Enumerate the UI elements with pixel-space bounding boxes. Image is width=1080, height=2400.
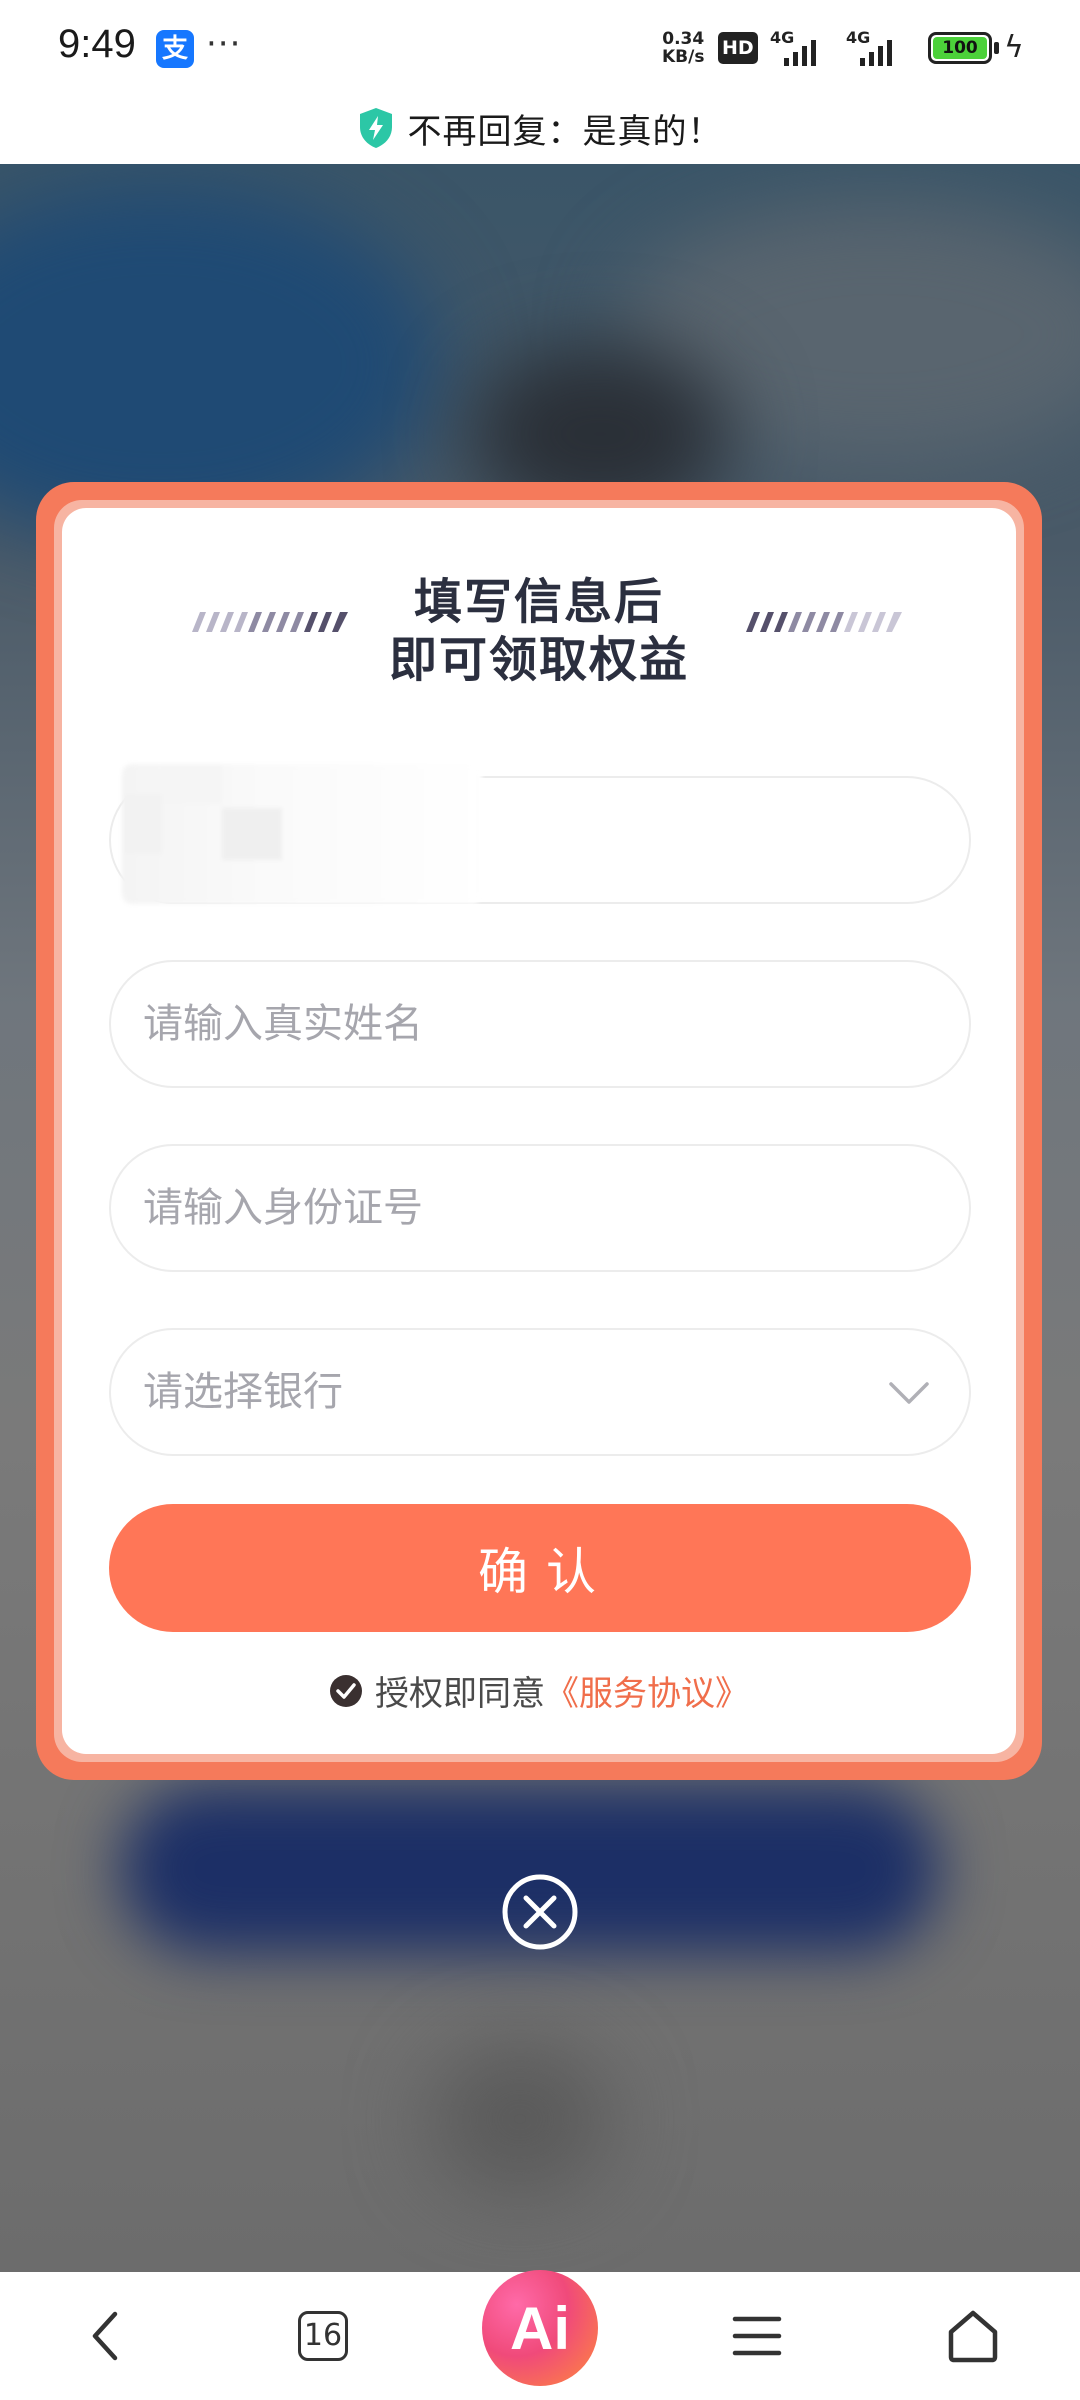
battery-tip	[994, 42, 999, 54]
menu-icon	[732, 2316, 782, 2356]
name-field[interactable]	[109, 960, 971, 1088]
home-icon	[948, 2310, 998, 2363]
bank-select-input[interactable]	[143, 1330, 903, 1454]
menu-button[interactable]	[712, 2272, 802, 2400]
signal-sim2-icon: 4G	[846, 28, 908, 68]
shield-icon	[359, 108, 392, 148]
ai-icon: Ai	[482, 2270, 598, 2386]
bank-select[interactable]	[109, 1328, 971, 1456]
dialog-title-line2: 即可领取权益	[388, 632, 689, 688]
name-input[interactable]	[143, 962, 903, 1086]
close-icon[interactable]	[500, 1872, 580, 1952]
id-number-field[interactable]	[109, 1144, 971, 1272]
secure-notice-bar: 不再回复：是真的！	[0, 92, 1080, 164]
secure-notice-text: 不再回复：是真的！	[407, 111, 723, 152]
dialog-card: 填写信息后 即可领取权益 确认 授权即同意 《服务协议	[62, 508, 1016, 1754]
network-speed-value: 0.34	[662, 29, 705, 49]
battery-icon: 100	[928, 32, 992, 64]
check-circle-icon[interactable]	[329, 1674, 363, 1708]
confirm-button[interactable]: 确认	[109, 1504, 971, 1632]
battery-level: 100	[933, 37, 987, 59]
signal-sim1-icon: 4G	[770, 28, 832, 68]
id-number-input[interactable]	[143, 1146, 903, 1270]
agreement-text: 授权即同意	[375, 1674, 545, 1714]
home-button[interactable]	[928, 2272, 1018, 2400]
phone-value-mask	[122, 764, 482, 904]
network-speed-unit: KB/s	[662, 47, 705, 67]
status-bar: 9:49 支 ··· 0.34 KB/s HD 4G 4G 100 ϟ	[0, 0, 1080, 92]
hd-badge: HD	[718, 32, 758, 64]
alipay-icon: 支	[156, 30, 194, 68]
more-icon: ···	[206, 24, 242, 64]
back-icon	[92, 2311, 118, 2361]
tabs-icon: 16	[298, 2311, 348, 2361]
back-button[interactable]	[60, 2272, 150, 2400]
chevron-down-icon	[889, 1382, 929, 1404]
tabs-button[interactable]: 16	[278, 2272, 368, 2400]
status-time: 9:49	[58, 22, 136, 66]
bottom-navigation: 16 Ai	[0, 2270, 1080, 2400]
charging-icon: ϟ	[1004, 30, 1024, 65]
network-speed: 0.34 KB/s	[662, 30, 704, 66]
info-dialog: 填写信息后 即可领取权益 确认 授权即同意 《服务协议	[54, 500, 1024, 1762]
service-agreement-link[interactable]: 《服务协议》	[545, 1666, 749, 1715]
agreement-row[interactable]: 授权即同意 《服务协议》	[62, 1666, 1016, 1715]
ai-button[interactable]: Ai	[478, 2264, 602, 2392]
